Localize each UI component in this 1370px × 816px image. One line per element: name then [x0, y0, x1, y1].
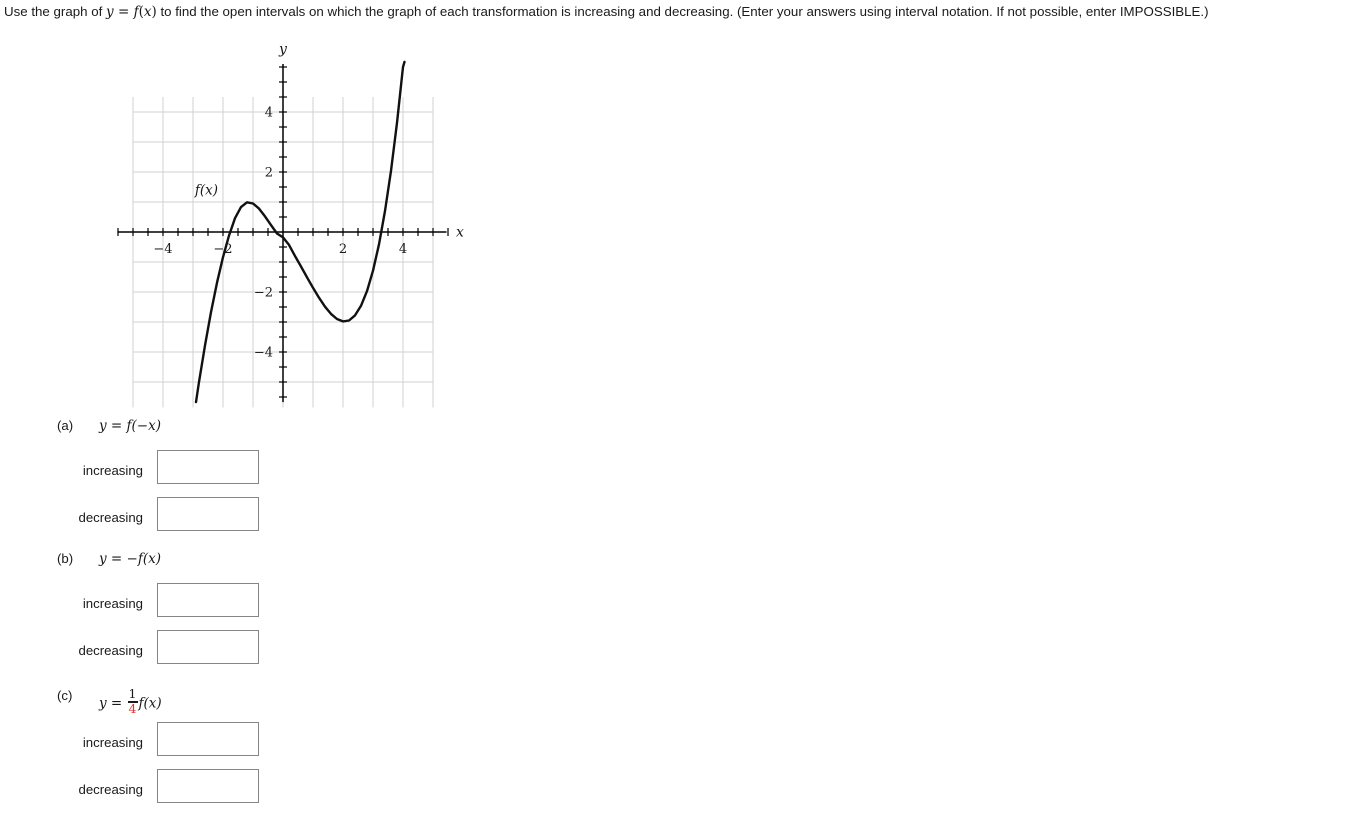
- y-tick-label: 2: [265, 166, 273, 181]
- part-c-decreasing-row: decreasing: [0, 769, 420, 816]
- part-c-eq-body: f(x): [138, 695, 162, 712]
- part-a-decreasing-input[interactable]: [157, 497, 259, 531]
- function-graph-figure: −4 −2 2 4 4 2 −2 −4 x y f(x): [100, 35, 480, 415]
- x-tick-label: 2: [339, 242, 347, 257]
- part-a-decreasing-label: decreasing: [78, 510, 143, 525]
- part-b-increasing-label: increasing: [82, 596, 143, 611]
- part-a-eq-equals: =: [106, 418, 127, 434]
- part-c-decreasing-input[interactable]: [157, 769, 259, 803]
- part-b-eq-equals: =: [106, 551, 127, 567]
- y-tick-label: −4: [254, 346, 273, 361]
- part-b-increasing-input[interactable]: [157, 583, 259, 617]
- part-a-letter: (a): [57, 418, 74, 433]
- part-c-header: (c) y = 1 4 f(x): [0, 687, 420, 715]
- part-b-header: (b) y = −f(x): [0, 551, 420, 571]
- part-b-eq-y: y: [99, 551, 107, 567]
- part-b-letter: (b): [57, 551, 74, 566]
- part-c-equation: y = 1 4 f(x): [99, 686, 162, 717]
- part-a-eq-body: f(−x): [126, 418, 162, 434]
- prompt-eq-equals: =: [113, 4, 134, 20]
- part-b-equation: y = −f(x): [99, 551, 161, 567]
- part-c-fraction-numerator: 1: [128, 686, 137, 701]
- prompt-text-after: to find the open intervals on which the …: [156, 4, 1209, 19]
- axis-tick-labels: −4 −2 2 4 4 2 −2 −4 x y f(x): [153, 42, 464, 361]
- part-b: (b) y = −f(x) increasing decreasing: [0, 551, 420, 677]
- part-a-equation: y = f(−x): [99, 418, 161, 434]
- part-a-increasing-row: increasing: [0, 450, 420, 497]
- part-a-eq-y: y: [99, 418, 107, 434]
- question-prompt: Use the graph of y = f(x) to find the op…: [4, 3, 1366, 21]
- graph-canvas: −4 −2 2 4 4 2 −2 −4 x y f(x): [117, 42, 464, 408]
- y-axis-label: y: [278, 42, 288, 58]
- curve-label: f(x): [194, 183, 218, 199]
- part-a-increasing-label: increasing: [82, 463, 143, 478]
- part-c-increasing-label: increasing: [82, 735, 143, 750]
- part-b-decreasing-label: decreasing: [78, 643, 143, 658]
- x-tick-label: −2: [213, 242, 232, 257]
- part-c-eq-y: y: [99, 695, 107, 712]
- part-b-decreasing-row: decreasing: [0, 630, 420, 677]
- part-b-increasing-row: increasing: [0, 583, 420, 630]
- x-axis-label: x: [456, 225, 464, 241]
- part-c-letter: (c): [57, 688, 73, 703]
- part-c-fraction-denominator: 4: [128, 701, 137, 717]
- prompt-eq-y: y: [106, 4, 114, 20]
- y-tick-label: −2: [254, 286, 273, 301]
- part-a-header: (a) y = f(−x): [0, 418, 420, 438]
- part-c-eq-equals: =: [106, 695, 127, 712]
- part-c-increasing-input[interactable]: [157, 722, 259, 756]
- x-tick-label: −4: [153, 242, 172, 257]
- x-tick-label: 4: [399, 242, 407, 257]
- part-a: (a) y = f(−x) increasing decreasing: [0, 418, 420, 544]
- part-b-decreasing-input[interactable]: [157, 630, 259, 664]
- part-c-fraction-one-fourth: 14: [127, 686, 138, 717]
- part-c-decreasing-label: decreasing: [78, 782, 143, 797]
- part-c-increasing-row: increasing: [0, 722, 420, 769]
- part-a-decreasing-row: decreasing: [0, 497, 420, 544]
- part-c: (c) y = 1 4 f(x) increasing decreasing: [0, 687, 420, 816]
- y-tick-label: 4: [265, 106, 273, 121]
- part-b-eq-body: −f(x): [126, 551, 162, 567]
- prompt-text-before: Use the graph of: [4, 4, 107, 19]
- part-a-increasing-input[interactable]: [157, 450, 259, 484]
